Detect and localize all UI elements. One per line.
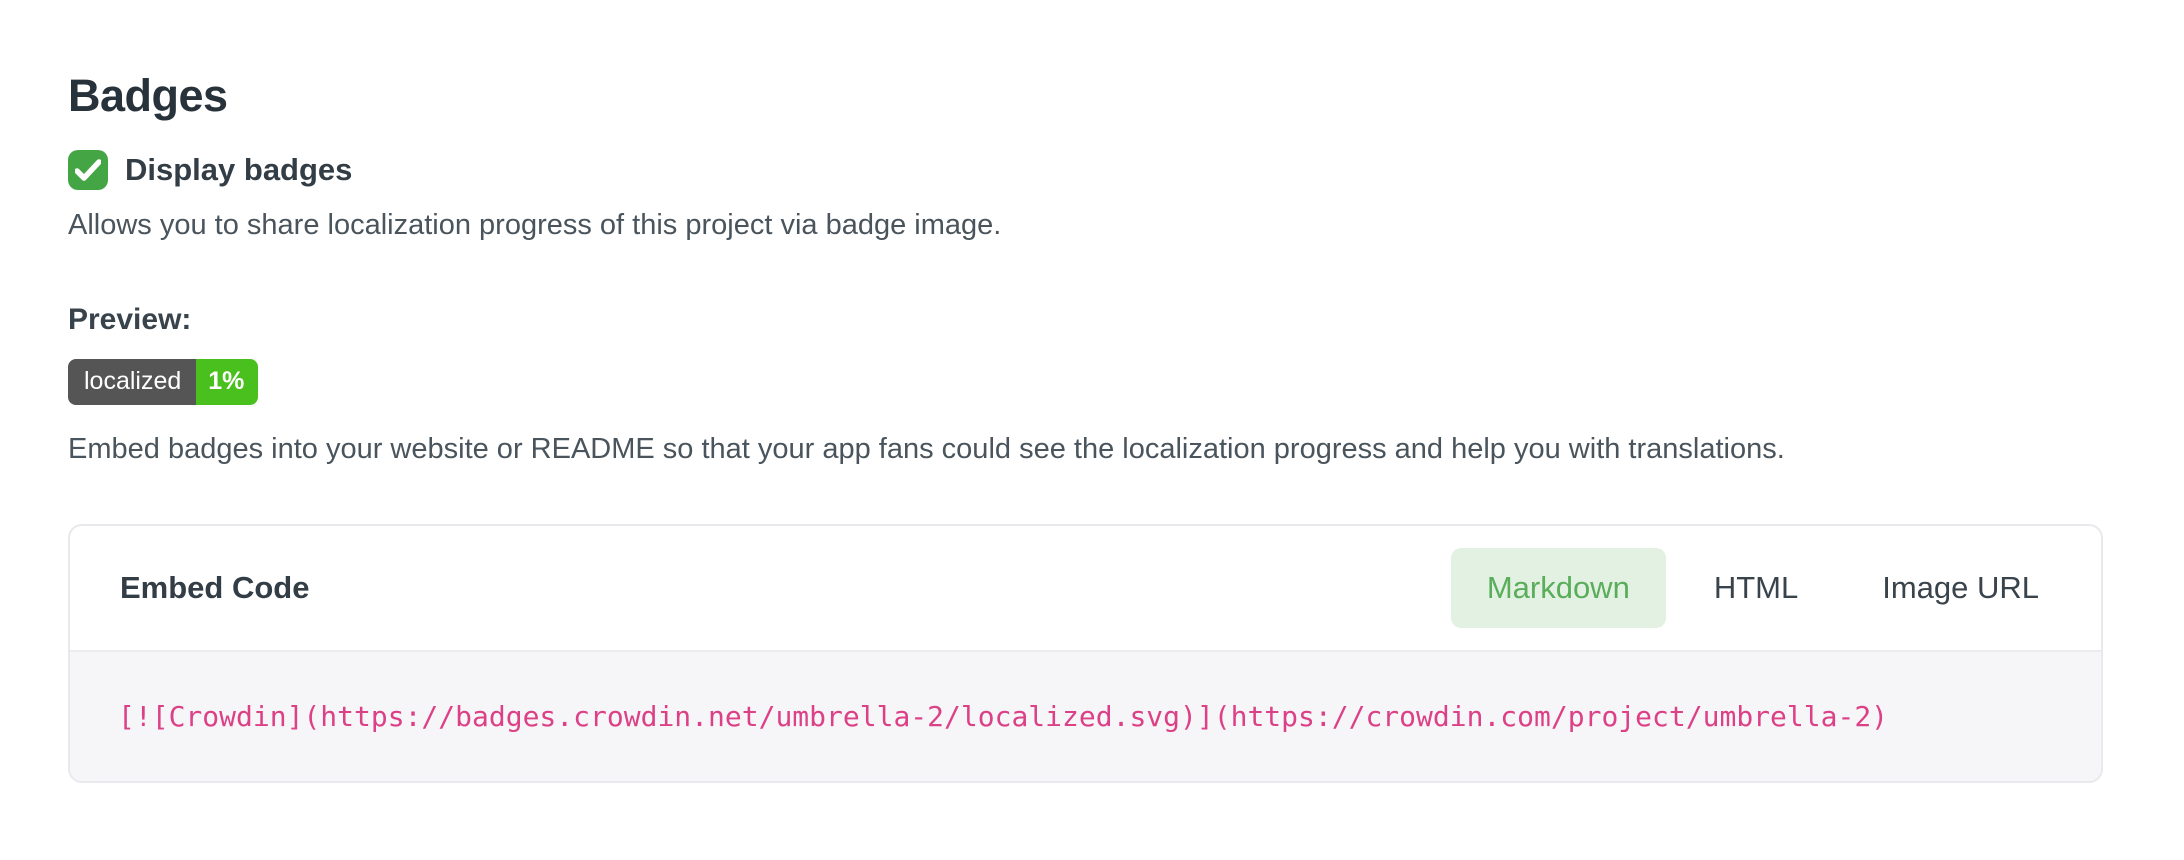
embed-code-title: Embed Code: [120, 570, 309, 606]
embed-format-tabs: Markdown HTML Image URL: [1451, 548, 2075, 628]
embed-hint-text: Embed badges into your website or README…: [68, 431, 2184, 467]
display-badges-checkbox[interactable]: [68, 150, 108, 190]
badges-description: Allows you to share localization progres…: [68, 207, 2184, 243]
embed-code-card: Embed Code Markdown HTML Image URL [![Cr…: [68, 524, 2103, 783]
page-title: Badges: [68, 70, 2184, 122]
badges-settings-section: Badges Display badges Allows you to shar…: [0, 0, 2184, 783]
tab-markdown[interactable]: Markdown: [1451, 548, 1666, 628]
embed-code-header: Embed Code Markdown HTML Image URL: [70, 526, 2101, 650]
badge-value-segment: 1%: [196, 359, 258, 405]
display-badges-label[interactable]: Display badges: [125, 152, 352, 188]
badge-label-segment: localized: [68, 359, 196, 405]
preview-label: Preview:: [68, 303, 2184, 337]
tab-html[interactable]: HTML: [1678, 548, 1834, 628]
checkmark-icon: [75, 159, 101, 181]
embed-code-snippet[interactable]: [![Crowdin](https://badges.crowdin.net/u…: [70, 650, 2101, 781]
tab-image-url[interactable]: Image URL: [1846, 548, 2075, 628]
display-badges-checkbox-row[interactable]: Display badges: [68, 150, 2184, 190]
localization-progress-badge: localized 1%: [68, 359, 258, 405]
